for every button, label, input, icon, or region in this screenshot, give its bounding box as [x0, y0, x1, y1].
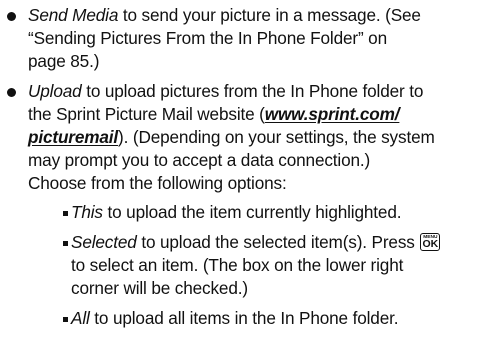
option-this-term: This [71, 202, 103, 222]
upload-line-2-text: the Sprint Picture Mail website ( [28, 104, 265, 124]
option-this-text: to upload the item currently highlighted… [102, 202, 402, 222]
manual-page: Send Media to send your picture in a mes… [0, 0, 498, 340]
picturemail-link-part-2[interactable]: picturemail [28, 127, 118, 147]
bullet-option-selected [63, 241, 68, 246]
upload-line-3-text: ). (Depending on your settings, the syst… [118, 127, 435, 147]
send-media-line-3: page 85.) [28, 51, 100, 71]
option-all-term: All [71, 308, 90, 328]
upload-line-3: picturemail). (Depending on your setting… [28, 126, 435, 149]
option-selected-term: Selected [71, 232, 137, 252]
upload-line-4: may prompt you to accept a data connecti… [28, 150, 371, 170]
option-selected-text: to upload the selected item(s). Press [136, 232, 420, 252]
bullet-option-this [63, 211, 68, 216]
option-selected-line-1: Selected to upload the selected item(s).… [71, 231, 441, 254]
option-selected-line-3: corner will be checked.) [71, 278, 248, 298]
send-media-line-1: Send Media to send your picture in a mes… [28, 4, 421, 27]
option-all-text: to upload all items in the In Phone fold… [89, 308, 399, 328]
option-this-line-1: This to upload the item currently highli… [71, 201, 402, 224]
upload-line-1: Upload to upload pictures from the In Ph… [28, 80, 423, 103]
send-media-text: to send your picture in a message. (See [118, 5, 421, 25]
bullet-option-all [63, 317, 68, 322]
ok-key-label: OK [422, 238, 439, 250]
send-media-line-2: “Sending Pictures From the In Phone Fold… [28, 28, 387, 48]
picturemail-link-part-1[interactable]: www.sprint.com/ [265, 104, 400, 124]
send-media-term: Send Media [28, 5, 119, 25]
bullet-upload [7, 88, 16, 97]
option-selected-line-2: to select an item. (The box on the lower… [71, 255, 404, 275]
menu-ok-key-icon: MENU OK [420, 233, 441, 251]
bullet-send-media [7, 12, 16, 21]
upload-term: Upload [28, 81, 82, 101]
upload-text: to upload pictures from the In Phone fol… [81, 81, 424, 101]
option-all-line-1: All to upload all items in the In Phone … [71, 307, 399, 330]
upload-line-2: the Sprint Picture Mail website (www.spr… [28, 103, 400, 126]
upload-line-5: Choose from the following options: [28, 173, 287, 193]
